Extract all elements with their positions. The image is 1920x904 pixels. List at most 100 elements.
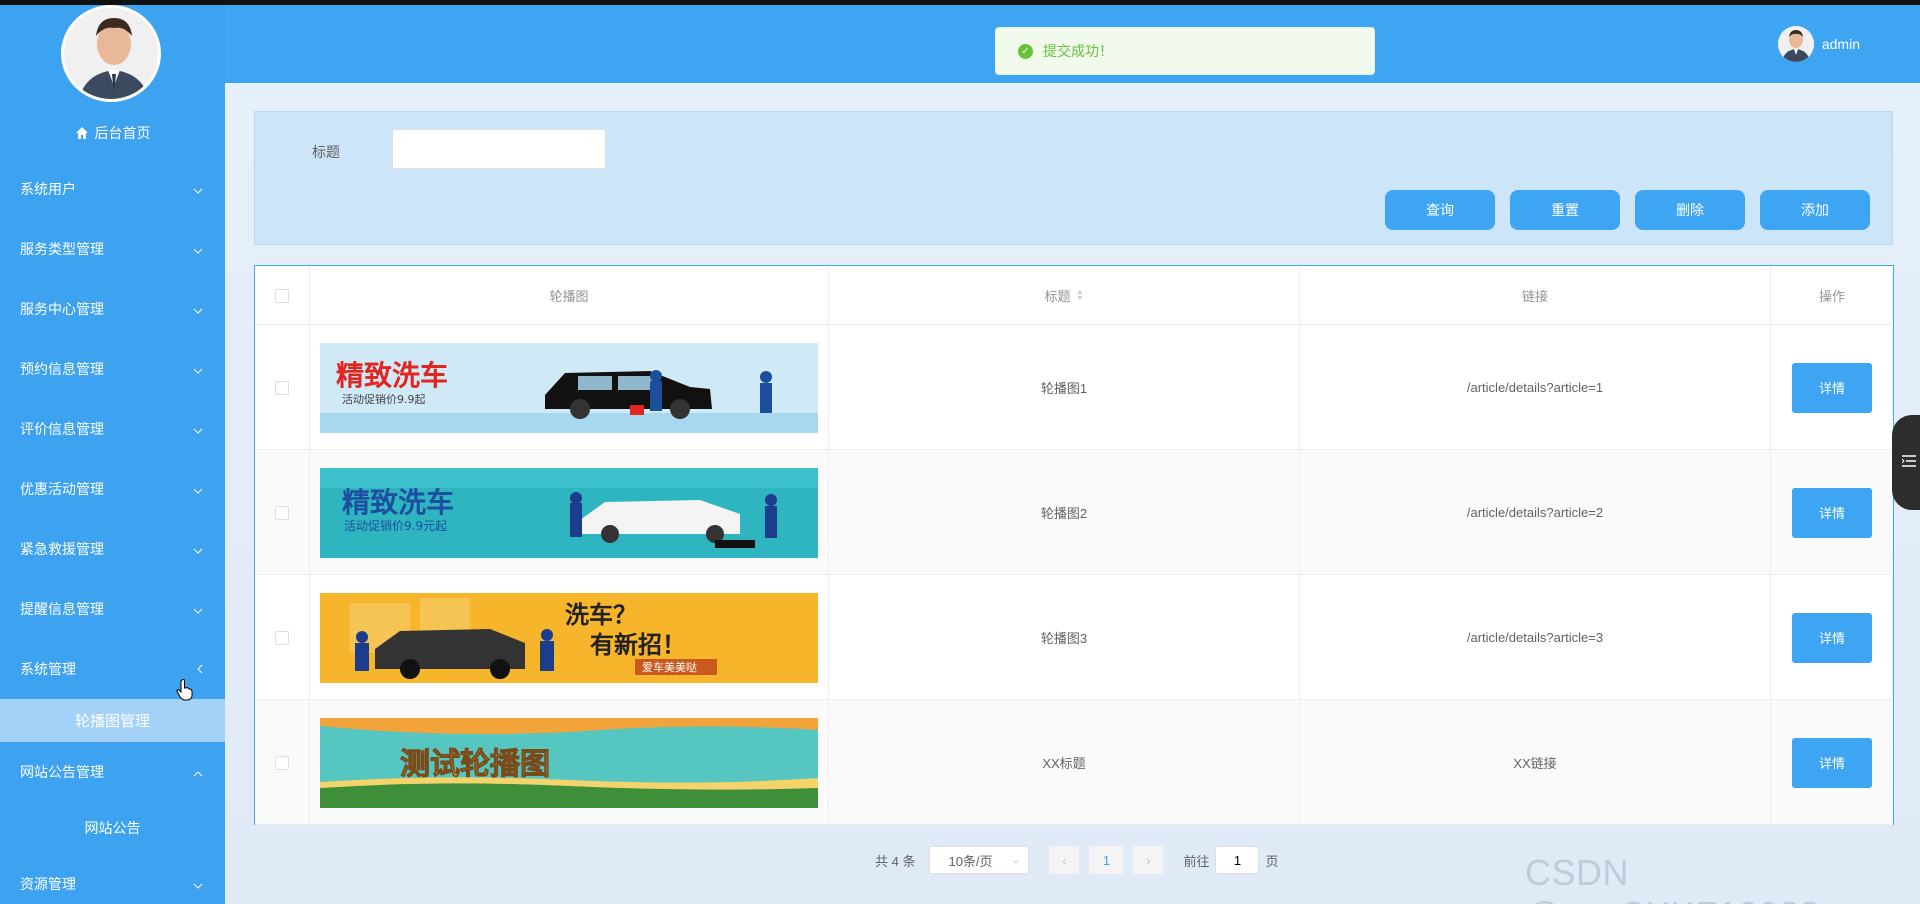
chevron-left-icon: ‹: [1062, 852, 1067, 868]
select-all-checkbox[interactable]: [275, 288, 289, 303]
chevron-down-icon: [193, 481, 203, 497]
avatar: [1777, 26, 1814, 62]
drawer-toggle-tab[interactable]: [1892, 415, 1920, 510]
check-circle-icon: ✓: [1018, 43, 1033, 59]
sidebar-item-label: 系统管理: [20, 661, 76, 677]
pagination: 共 4 条 10条/页 ⌄ ‹ 1 › 前往 页: [875, 845, 1279, 875]
sidebar: 后台首页 系统用户 服务类型管理 服务中心管理 预约信息管理 评价信息管理 优惠…: [0, 5, 225, 904]
row-select-cell: [255, 450, 310, 575]
banner-3-tag: 爱车美美哒: [642, 660, 697, 674]
banner-1-title: 精致洗车: [336, 359, 448, 392]
sidebar-item-label: 预约信息管理: [20, 361, 104, 377]
chevron-left-icon: [197, 661, 203, 677]
sidebar-subitem-label: 网站公告: [84, 819, 141, 836]
next-page-button[interactable]: ›: [1133, 846, 1164, 874]
table-row: 精致洗车 活动促销价9.9起 轮播图1 /article/details?art…: [255, 325, 1893, 450]
add-button[interactable]: 添加: [1760, 190, 1870, 230]
row-checkbox[interactable]: [275, 380, 289, 395]
carousel-image-3: 洗车？ 有新招！ 爱车美美哒: [320, 592, 818, 683]
sidebar-item-label: 网站公告管理: [20, 764, 104, 780]
title-cell: 轮播图2: [829, 450, 1300, 575]
query-button[interactable]: 查询: [1385, 190, 1495, 230]
chevron-down-icon: [193, 181, 203, 197]
chevron-up-icon: [193, 764, 203, 780]
sidebar-item-label: 资源管理: [20, 876, 76, 892]
header-title[interactable]: 标题 ▲ ▼: [829, 266, 1300, 325]
link-cell: /article/details?article=1: [1300, 325, 1771, 450]
sidebar-subitem-label: 轮播图管理: [74, 713, 150, 730]
carousel-image-4: 测试轮播图: [320, 717, 818, 808]
chevron-down-icon: [193, 876, 203, 892]
page-number-current[interactable]: 1: [1089, 846, 1124, 874]
select-all-cell: [255, 266, 310, 325]
sidebar-item-label: 提醒信息管理: [20, 601, 104, 617]
admin-avatar: [61, 5, 161, 102]
home-link[interactable]: 后台首页: [0, 123, 225, 143]
sidebar-item-review[interactable]: 评价信息管理: [0, 399, 225, 459]
title-search-input[interactable]: [392, 129, 606, 169]
watermark: CSDN @vx_CXKF10088: [1525, 852, 1820, 904]
sidebar-item-system-users[interactable]: 系统用户: [0, 159, 225, 219]
action-cell: 详情: [1771, 325, 1893, 450]
sidebar-item-promotion[interactable]: 优惠活动管理: [0, 459, 225, 519]
success-toast: ✓ 提交成功！: [995, 27, 1375, 75]
chevron-right-icon: ›: [1146, 852, 1151, 868]
banner-cell: 精致洗车 活动促销价9.9起: [310, 325, 829, 450]
sidebar-item-label: 系统用户: [20, 181, 76, 197]
link-cell: XX链接: [1300, 700, 1771, 825]
action-cell: 详情: [1771, 700, 1893, 825]
goto-suffix: 页: [1265, 853, 1279, 869]
sidebar-item-appointment[interactable]: 预约信息管理: [0, 339, 225, 399]
sidebar-subitem-notice[interactable]: 网站公告: [0, 806, 225, 849]
sidebar-item-label: 服务中心管理: [20, 301, 104, 317]
sort-icon[interactable]: ▲ ▼: [1077, 289, 1084, 302]
table-row: 测试轮播图 XX标题 XX链接 详情: [255, 700, 1893, 825]
row-checkbox[interactable]: [275, 505, 289, 520]
detail-button[interactable]: 详情: [1792, 737, 1872, 788]
link-cell: /article/details?article=2: [1300, 450, 1771, 575]
sidebar-item-label: 服务类型管理: [20, 241, 104, 257]
toast-message: 提交成功！: [1043, 43, 1113, 59]
table-row: 精致洗车 活动促销价9.9元起 轮播图2 /article/details?ar…: [255, 450, 1893, 575]
goto-prefix: 前往: [1183, 853, 1210, 869]
header-title-label: 标题: [1044, 289, 1071, 304]
title-cell: XX标题: [829, 700, 1300, 825]
row-select-cell: [255, 325, 310, 450]
banner-1-subtitle: 活动促销价9.9起: [342, 392, 426, 406]
sidebar-item-reminder[interactable]: 提醒信息管理: [0, 579, 225, 639]
banner-3-subtitle: 有新招！: [590, 631, 686, 659]
search-label: 标题: [312, 144, 340, 160]
page-size-select[interactable]: 10条/页 ⌄: [929, 846, 1030, 874]
chevron-down-icon: [193, 541, 203, 557]
detail-button[interactable]: 详情: [1792, 487, 1872, 538]
detail-button[interactable]: 详情: [1792, 362, 1872, 413]
table-header: 轮播图 标题 ▲ ▼ 链接 操作: [255, 266, 1893, 325]
row-select-cell: [255, 700, 310, 825]
sidebar-item-resource[interactable]: 资源管理: [0, 854, 225, 904]
user-menu[interactable]: admin: [1777, 26, 1860, 62]
banner-3-title: 洗车？: [565, 601, 637, 629]
carousel-table: 轮播图 标题 ▲ ▼ 链接 操作 精致洗车 活动促销价9.9起 轮播图1 /ar…: [254, 265, 1894, 825]
banner-4-title: 测试轮播图: [400, 747, 550, 782]
banner-cell: 洗车？ 有新招！ 爱车美美哒: [310, 575, 829, 700]
sidebar-item-label: 优惠活动管理: [20, 481, 104, 497]
goto-page-input[interactable]: [1215, 846, 1260, 874]
page-size-value: 10条/页: [948, 853, 993, 869]
list-icon: [1901, 455, 1916, 470]
prev-page-button[interactable]: ‹: [1049, 846, 1080, 874]
carousel-image-1: 精致洗车 活动促销价9.9起: [320, 342, 818, 433]
table-row: 洗车？ 有新招！ 爱车美美哒 轮播图3 /article/details?art…: [255, 575, 1893, 700]
reset-button[interactable]: 重置: [1510, 190, 1620, 230]
sidebar-item-service-center[interactable]: 服务中心管理: [0, 279, 225, 339]
sidebar-item-notice-manage[interactable]: 网站公告管理: [0, 742, 225, 802]
header-action: 操作: [1818, 289, 1845, 304]
delete-button[interactable]: 删除: [1635, 190, 1745, 230]
detail-button[interactable]: 详情: [1792, 612, 1872, 663]
row-checkbox[interactable]: [275, 630, 289, 645]
home-label: 后台首页: [94, 125, 151, 141]
sidebar-item-label: 紧急救援管理: [20, 541, 104, 557]
sidebar-item-service-type[interactable]: 服务类型管理: [0, 219, 225, 279]
sidebar-item-rescue[interactable]: 紧急救援管理: [0, 519, 225, 579]
row-checkbox[interactable]: [275, 755, 289, 770]
banner-2-title: 精致洗车: [342, 486, 454, 519]
